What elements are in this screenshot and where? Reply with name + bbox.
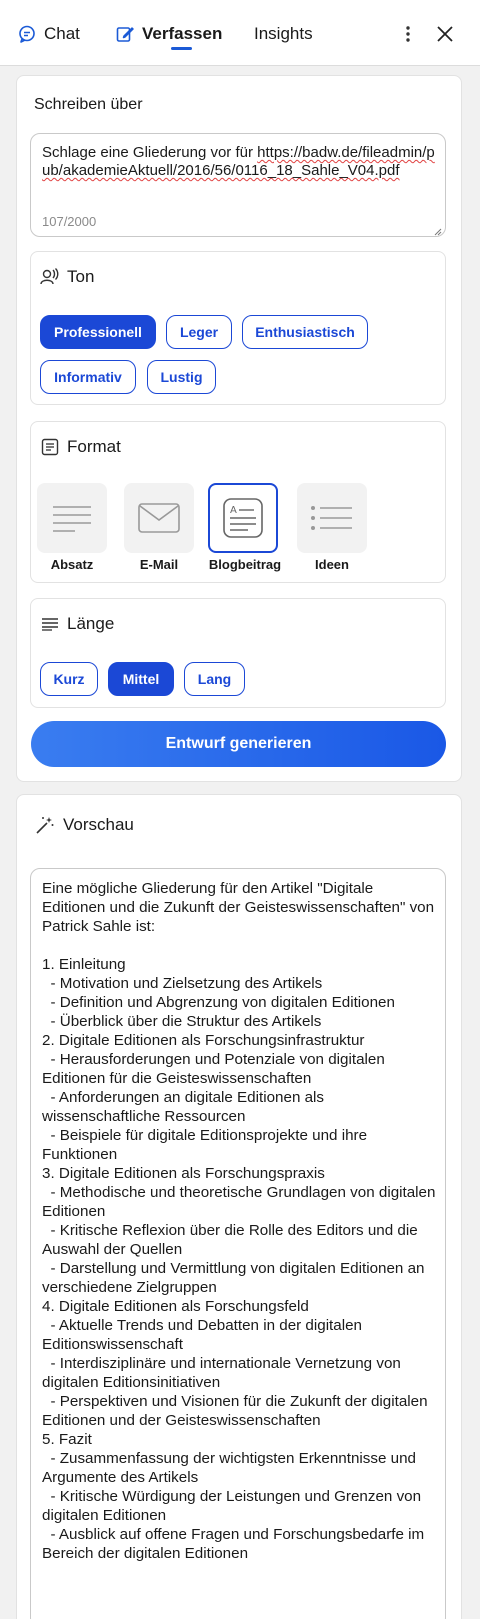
format-option-blogbeitrag[interactable]: A: [208, 483, 278, 553]
preview-text: Eine mögliche Gliederung für den Artikel…: [42, 880, 436, 1562]
tone-chip-professionell[interactable]: Professionell: [40, 315, 156, 349]
format-option-email[interactable]: [124, 483, 194, 553]
text-lines-icon: [41, 617, 59, 631]
length-chip-lang[interactable]: Lang: [184, 662, 245, 696]
length-title-label: Länge: [67, 614, 115, 633]
tone-chip-enthusiastisch[interactable]: Enthusiastisch: [242, 315, 368, 349]
format-label-absatz: Absatz: [50, 557, 94, 572]
tone-chip-lustig[interactable]: Lustig: [147, 360, 216, 394]
chat-bubble-icon: [18, 25, 36, 43]
topic-text: Schlage eine Gliederung vor für https://…: [42, 144, 435, 179]
format-option-absatz[interactable]: [37, 483, 107, 553]
tab-insights-label: Insights: [254, 24, 313, 43]
tone-chip-informativ[interactable]: Informativ: [40, 360, 136, 394]
format-label-ideen: Ideen: [315, 557, 349, 572]
more-vertical-icon[interactable]: [396, 22, 420, 46]
format-label-blogbeitrag: Blogbeitrag: [208, 557, 282, 572]
tab-chat[interactable]: Chat: [18, 22, 80, 46]
length-title: Länge: [41, 614, 114, 634]
format-label-email: E-Mail: [139, 557, 179, 572]
tone-chip-leger[interactable]: Leger: [166, 315, 232, 349]
list-icon: [311, 506, 352, 530]
generate-draft-button[interactable]: Entwurf generieren: [31, 721, 446, 767]
compose-section-label: Schreiben über: [34, 96, 143, 113]
edit-icon: [116, 25, 134, 43]
tab-verfassen-label: Verfassen: [142, 24, 223, 43]
preview-title: Vorschau: [35, 815, 134, 835]
active-tab-indicator: [171, 47, 192, 50]
resize-handle-icon[interactable]: [432, 223, 442, 236]
paragraph-icon: [53, 506, 91, 532]
format-title: Format: [41, 437, 121, 457]
character-counter: 107/2000: [42, 214, 97, 229]
length-chip-kurz[interactable]: Kurz: [40, 662, 98, 696]
top-header: Chat Verfassen Insights: [0, 0, 480, 66]
tab-verfassen[interactable]: Verfassen: [116, 22, 222, 46]
svg-text:A: A: [230, 505, 237, 516]
document-icon: [41, 438, 59, 456]
tone-title: Ton: [39, 267, 94, 287]
tone-title-label: Ton: [67, 267, 95, 286]
format-option-ideen[interactable]: [297, 483, 367, 553]
preview-title-label: Vorschau: [63, 815, 134, 834]
format-title-label: Format: [67, 437, 121, 456]
envelope-icon: [138, 503, 180, 533]
preview-output[interactable]: Eine mögliche Gliederung für den Artikel…: [30, 868, 446, 1619]
close-icon[interactable]: [433, 22, 457, 46]
magic-wand-icon: [35, 815, 55, 835]
length-chip-mittel[interactable]: Mittel: [108, 662, 174, 696]
topic-textarea[interactable]: Schlage eine Gliederung vor für https://…: [30, 133, 446, 237]
tab-insights[interactable]: Insights: [254, 22, 313, 46]
tab-chat-label: Chat: [44, 24, 80, 43]
voice-icon: [39, 267, 59, 287]
blog-post-icon: A: [223, 498, 263, 538]
